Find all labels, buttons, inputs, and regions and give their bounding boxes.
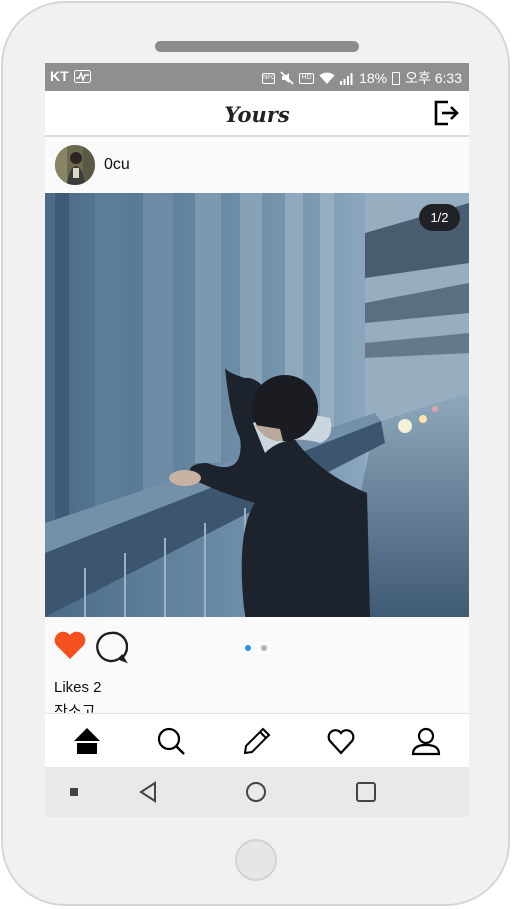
nfc-label: NFC: [263, 74, 276, 81]
home-circle-icon[interactable]: [245, 781, 267, 803]
post-image: [45, 193, 469, 617]
post-username[interactable]: 0cu: [104, 156, 130, 174]
nfc-icon: NFC: [262, 72, 276, 84]
search-icon[interactable]: [156, 726, 186, 756]
hd-icon: HD: [299, 72, 315, 84]
app-bar: Yours: [45, 91, 469, 137]
recents-icon[interactable]: [355, 781, 377, 803]
likes-count: Likes 2: [54, 679, 102, 696]
avatar[interactable]: [55, 145, 95, 185]
screen: KT NFC HD 18% 오후 6:33 Yours 0cu 1/2 Like…: [45, 63, 469, 817]
signal-icon: [340, 72, 353, 85]
wifi-icon: [319, 72, 335, 84]
system-navigation: [45, 767, 469, 817]
app-title: Yours: [224, 102, 290, 127]
menu-icon[interactable]: [70, 788, 78, 796]
post-header: 0cu: [45, 137, 469, 193]
speaker-grille: [155, 41, 359, 52]
battery-icon: [392, 71, 401, 85]
image-counter: 1/2: [419, 204, 460, 231]
pencil-icon[interactable]: [242, 726, 272, 756]
logout-icon[interactable]: [433, 99, 461, 127]
post-actions: Likes 2 잔소고: [45, 617, 469, 720]
physical-home-button[interactable]: [235, 839, 277, 881]
home-icon[interactable]: [72, 726, 102, 756]
carousel-dot[interactable]: [261, 645, 267, 651]
avatar-image: [55, 145, 95, 185]
like-heart-icon[interactable]: [53, 629, 87, 661]
clock: 오후 6:33: [405, 70, 462, 86]
hd-label: HD: [301, 73, 312, 81]
post-photo[interactable]: 1/2: [45, 193, 469, 617]
profile-icon[interactable]: [411, 726, 441, 756]
status-bar: KT NFC HD 18% 오후 6:33: [45, 63, 469, 91]
battery-percent: 18%: [359, 70, 388, 86]
mute-icon: [280, 71, 294, 85]
bottom-navigation: [45, 713, 469, 768]
carousel-dot-active[interactable]: [245, 645, 251, 651]
carrier-label: KT: [50, 68, 69, 84]
back-icon[interactable]: [138, 781, 158, 803]
comment-icon[interactable]: [94, 630, 128, 664]
activity-icon: [73, 69, 91, 83]
heart-icon[interactable]: [326, 726, 356, 756]
